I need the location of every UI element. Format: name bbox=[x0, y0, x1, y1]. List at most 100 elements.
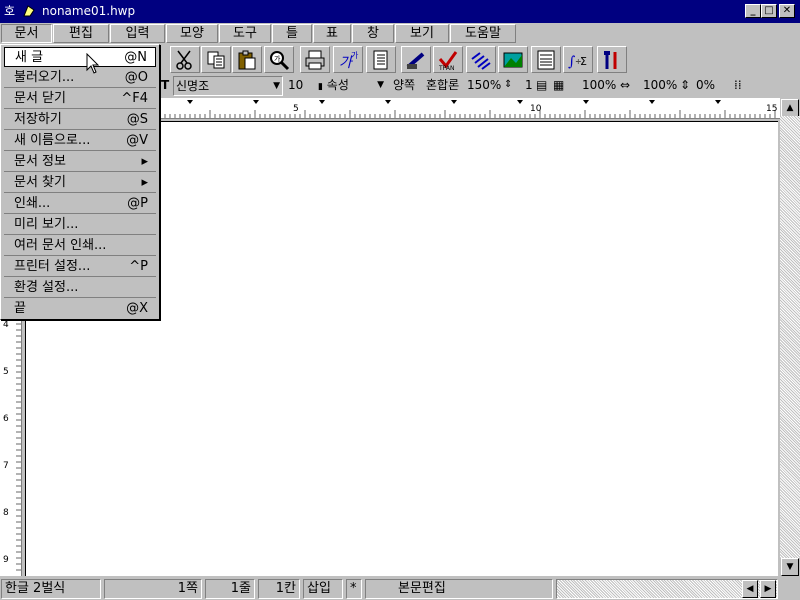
menu-item-shortcut: @V bbox=[126, 133, 148, 148]
system-menu-icon[interactable]: 호 bbox=[4, 3, 20, 19]
stamp-icon bbox=[406, 51, 425, 69]
window-title: noname01.hwp bbox=[42, 4, 136, 18]
font-select[interactable]: 신명조 ▼ bbox=[173, 76, 283, 96]
menu-insert[interactable]: 입력 bbox=[110, 24, 165, 43]
menu-item-label: 불러오기... bbox=[14, 70, 75, 85]
menu-item-printer-setup[interactable]: 프린터 설정... ^P bbox=[4, 257, 156, 277]
menu-item-label: 저장하기 bbox=[14, 112, 62, 127]
tools-icon bbox=[604, 50, 617, 69]
menu-document[interactable]: 문서 bbox=[1, 24, 52, 43]
image-tool-button[interactable] bbox=[498, 46, 528, 73]
width-icon: ⇔ bbox=[620, 78, 631, 92]
status-column: 1칸 bbox=[258, 579, 300, 599]
scroll-left-button[interactable]: ◀ bbox=[742, 580, 758, 598]
copy-tool-button[interactable] bbox=[201, 46, 231, 73]
settings-tool-button[interactable] bbox=[597, 46, 627, 73]
menu-item-label: 환경 설정... bbox=[14, 280, 79, 295]
attribute-label: 속성 bbox=[326, 78, 349, 92]
menu-tools[interactable]: 도구 bbox=[219, 24, 271, 43]
svg-text:가: 가 bbox=[351, 51, 359, 60]
scroll-right-button[interactable]: ▶ bbox=[760, 580, 776, 598]
document-menu-dropdown: 새 글 @N 불러오기... @O 문서 닫기 ^F4 저장하기 @S 새 이름… bbox=[0, 44, 160, 320]
menu-item-shortcut: @O bbox=[124, 70, 148, 85]
scroll-up-button[interactable]: ▲ bbox=[781, 99, 799, 117]
paragraph-icon bbox=[373, 50, 388, 69]
paragraph-tool-button[interactable] bbox=[366, 46, 396, 73]
attribute-select[interactable]: ▮ 속성 ▼ bbox=[318, 76, 386, 96]
menu-view[interactable]: 보기 bbox=[395, 24, 449, 43]
height-pct-value[interactable]: 100% bbox=[643, 76, 677, 96]
width-pct-value[interactable]: 100% bbox=[582, 76, 616, 96]
svg-text:Σ: Σ bbox=[580, 55, 587, 68]
chevron-down-icon: ▼ bbox=[377, 80, 384, 90]
printer-icon bbox=[305, 50, 325, 69]
cut-tool-button[interactable] bbox=[170, 46, 200, 73]
menu-window[interactable]: 창 bbox=[352, 24, 394, 43]
formula-tool-button[interactable]: ∫ ÷ Σ bbox=[563, 46, 593, 73]
paste-tool-button[interactable] bbox=[232, 46, 262, 73]
char-shape-tool-button[interactable]: 가가 bbox=[333, 46, 363, 73]
landscape-icon bbox=[503, 52, 523, 67]
menu-item-preferences[interactable]: 환경 설정... bbox=[4, 278, 156, 298]
spacing-icon: ⁞⁞ bbox=[734, 78, 742, 92]
menu-item-exit[interactable]: 끝 @X bbox=[4, 299, 156, 319]
scroll-down-button[interactable]: ▼ bbox=[781, 558, 799, 576]
vertical-scrollbar[interactable]: ▲ ▼ bbox=[780, 98, 800, 576]
status-line: 1줄 bbox=[205, 579, 255, 599]
spacing-pct-value[interactable]: 0% bbox=[696, 76, 715, 96]
menu-item-shortcut: @X bbox=[126, 301, 148, 316]
maximize-button[interactable]: □ bbox=[761, 4, 777, 18]
menu-item-label: 문서 찾기 bbox=[14, 175, 66, 190]
template-tool-button[interactable] bbox=[531, 46, 561, 73]
menu-item-close[interactable]: 문서 닫기 ^F4 bbox=[4, 89, 156, 109]
menu-item-label: 문서 정보 bbox=[14, 154, 66, 169]
menu-table[interactable]: 표 bbox=[313, 24, 351, 43]
line-spacing-value[interactable]: 150% bbox=[467, 76, 501, 96]
menu-item-print[interactable]: 인쇄... @P bbox=[4, 194, 156, 214]
font-size-select[interactable]: 10 bbox=[286, 76, 314, 96]
spellcheck-tool-button[interactable]: TPAN bbox=[433, 46, 463, 73]
status-edit-mode: 본문편집 bbox=[365, 579, 553, 599]
line-spacing-icon: ⇕ bbox=[504, 79, 513, 90]
menu-item-doc-find[interactable]: 문서 찾기 ▸ bbox=[4, 173, 156, 193]
find-tool-button[interactable]: 가 bbox=[264, 46, 294, 73]
menu-item-doc-info[interactable]: 문서 정보 ▸ bbox=[4, 152, 156, 172]
mix-mode-suffix: 론 bbox=[448, 78, 460, 92]
ruler-label-10: 10 bbox=[530, 104, 542, 114]
menu-item-shortcut: ^F4 bbox=[121, 91, 148, 106]
menu-item-save[interactable]: 저장하기 @S bbox=[4, 110, 156, 130]
copy-icon bbox=[207, 51, 225, 68]
chevron-down-icon: ▼ bbox=[273, 81, 280, 91]
menu-frame[interactable]: 틀 bbox=[272, 24, 312, 43]
menu-item-preview[interactable]: 미리 보기... bbox=[4, 215, 156, 235]
status-input-method[interactable]: 한글 2벌식 bbox=[1, 579, 101, 599]
ruler-label-15: 15 bbox=[766, 104, 778, 114]
menu-item-label: 새 이름으로... bbox=[14, 133, 91, 148]
minimize-button[interactable]: _ bbox=[745, 4, 761, 18]
scroll-track[interactable] bbox=[780, 116, 800, 558]
menu-item-batch-print[interactable]: 여러 문서 인쇄... bbox=[4, 236, 156, 256]
print-preview-tool-button[interactable] bbox=[300, 46, 330, 73]
menu-item-label: 끝 bbox=[14, 301, 26, 316]
menu-help[interactable]: 도움말 bbox=[450, 24, 516, 43]
align-button[interactable]: 양쪽 bbox=[393, 76, 415, 96]
menu-item-new[interactable]: 새 글 @N bbox=[4, 47, 156, 67]
status-insert-mode[interactable]: 삽입 bbox=[303, 579, 343, 599]
mouse-cursor-icon bbox=[86, 53, 100, 74]
menu-item-open[interactable]: 불러오기... @O bbox=[4, 68, 156, 88]
menu-edit[interactable]: 편집 bbox=[53, 24, 109, 43]
status-page: 1쪽 bbox=[104, 579, 202, 599]
font-value: 신명조 bbox=[176, 79, 210, 93]
close-button[interactable]: ✕ bbox=[779, 4, 795, 18]
mix-mode-button[interactable]: 혼합론 bbox=[426, 76, 459, 96]
columns-value[interactable]: 1 bbox=[525, 76, 533, 96]
menu-bar: 문서 편집 입력 모양 도구 틀 표 창 보기 도움말 bbox=[0, 23, 800, 44]
stamp-tool-button[interactable] bbox=[401, 46, 431, 73]
svg-text:TPAN: TPAN bbox=[438, 65, 455, 71]
submenu-arrow-icon: ▸ bbox=[141, 175, 148, 190]
draw-tool-button[interactable] bbox=[466, 46, 496, 73]
vruler-label-9: 9 bbox=[3, 555, 9, 565]
form-icon bbox=[537, 50, 555, 69]
menu-format[interactable]: 모양 bbox=[166, 24, 218, 43]
menu-item-save-as[interactable]: 새 이름으로... @V bbox=[4, 131, 156, 151]
